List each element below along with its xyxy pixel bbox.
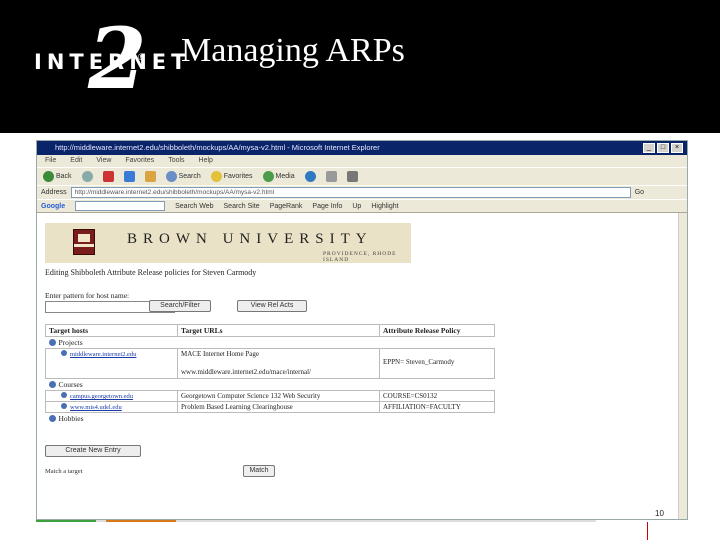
url-text: www.middleware.internet2.edu/mace/intern… — [181, 368, 311, 376]
browser-titlebar: http://middleware.internet2.edu/shibbole… — [37, 141, 687, 155]
menu-help[interactable]: Help — [199, 155, 213, 167]
host-link[interactable]: www.mis4.udel.edu — [70, 404, 122, 411]
go-button[interactable]: Go — [635, 189, 644, 196]
view-rel-acts-button[interactable]: View Rel Acts — [237, 300, 307, 312]
search-button[interactable]: Search — [165, 171, 201, 182]
browser-toolbar: Back Search Favorites Media — [37, 167, 687, 185]
media-button[interactable]: Media — [262, 171, 295, 182]
brown-crest-icon — [73, 229, 95, 255]
google-pagerank[interactable]: PageRank — [270, 203, 303, 210]
menu-file[interactable]: File — [45, 155, 56, 167]
search-icon — [165, 171, 177, 182]
banner-university-name: BROWN UNIVERSITY — [127, 231, 373, 247]
stop-icon — [102, 171, 114, 182]
menu-edit[interactable]: Edit — [70, 155, 82, 167]
slide-footer-line — [36, 520, 596, 522]
mail-button[interactable] — [325, 171, 337, 182]
google-toolbar: Google Search Web Search Site PageRank P… — [37, 199, 687, 213]
col-target-urls: Target URLs — [177, 324, 380, 337]
table-row: campus.georgetown.edu Georgetown Compute… — [45, 390, 495, 402]
home-icon — [144, 171, 156, 182]
create-new-entry-button[interactable]: Create New Entry — [45, 445, 141, 457]
logo-word: INTERNET — [34, 50, 191, 74]
menu-tools[interactable]: Tools — [168, 155, 184, 167]
menu-favorites[interactable]: Favorites — [125, 155, 154, 167]
menu-view[interactable]: View — [96, 155, 111, 167]
group-courses[interactable]: Courses — [48, 380, 492, 389]
favorites-button[interactable]: Favorites — [210, 171, 253, 182]
search-filter-button[interactable]: Search/Filter — [149, 300, 211, 312]
brown-university-banner: BROWN UNIVERSITY PROVIDENCE, RHODE ISLAN… — [45, 223, 411, 263]
refresh-button[interactable] — [123, 171, 135, 182]
host-link[interactable]: campus.georgetown.edu — [70, 393, 133, 400]
menu-bar: File Edit View Favorites Tools Help — [37, 155, 687, 167]
host-icon — [61, 403, 67, 409]
address-field[interactable]: http://middleware.internet2.edu/shibbole… — [70, 187, 631, 198]
expand-icon — [48, 381, 56, 388]
col-target-hosts: Target hosts — [45, 324, 178, 337]
google-highlight[interactable]: Highlight — [371, 203, 398, 210]
logo-registered-mark: ® — [138, 52, 145, 62]
history-icon — [304, 171, 316, 182]
match-target-label: Match a target — [45, 468, 83, 475]
internet2-logo: 2 INTERNET ® — [30, 14, 185, 124]
page-marker — [647, 522, 648, 540]
home-button[interactable] — [144, 171, 156, 182]
attribute-release-table: Target hosts Target URLs Attribute Relea… — [45, 324, 495, 424]
host-icon — [61, 392, 67, 398]
maximize-button[interactable]: □ — [657, 143, 669, 153]
url-title: Georgetown Computer Science 132 Web Secu… — [177, 390, 380, 402]
stop-button[interactable] — [102, 171, 114, 182]
slide-title: Managing ARPs — [181, 32, 405, 69]
forward-button[interactable] — [81, 171, 93, 182]
group-hobbies[interactable]: Hobbies — [48, 414, 492, 423]
google-up[interactable]: Up — [352, 203, 361, 210]
address-bar: Address http://middleware.internet2.edu/… — [37, 185, 687, 199]
print-icon — [346, 171, 358, 182]
slide-page-number: 10 — [655, 509, 664, 518]
url-title: Problem Based Learning Clearinghouse — [177, 401, 380, 413]
pattern-label: Enter pattern for host name: — [45, 291, 130, 300]
table-row: www.mis4.udel.edu Problem Based Learning… — [45, 401, 495, 413]
back-button[interactable]: Back — [43, 171, 72, 182]
forward-arrow-icon — [81, 171, 93, 182]
browser-window: http://middleware.internet2.edu/shibbole… — [36, 140, 688, 520]
col-arp: Attribute Release Policy — [379, 324, 495, 337]
google-page-info[interactable]: Page Info — [312, 203, 342, 210]
url-title: MACE Internet Home Page — [181, 350, 259, 358]
google-label: Google — [41, 202, 66, 210]
media-icon — [262, 171, 274, 182]
history-button[interactable] — [304, 171, 316, 182]
policy-cell[interactable]: COURSE=CS0132 — [379, 390, 495, 402]
expand-icon — [48, 339, 56, 346]
mail-icon — [325, 171, 337, 182]
google-search-field[interactable] — [75, 201, 166, 211]
slide-header: 2 INTERNET ® Managing ARPs — [0, 0, 720, 133]
host-icon — [61, 350, 67, 356]
table-row: middleware.internet2.edu MACE Internet H… — [45, 348, 495, 379]
refresh-icon — [123, 171, 135, 182]
host-link[interactable]: middleware.internet2.edu — [70, 351, 136, 358]
match-button[interactable]: Match — [243, 465, 275, 477]
google-search-web[interactable]: Search Web — [175, 203, 213, 210]
google-search-site[interactable]: Search Site — [224, 203, 260, 210]
minimize-button[interactable]: _ — [643, 143, 655, 153]
close-button[interactable]: × — [671, 143, 683, 153]
policy-cell[interactable]: AFFILIATION=FACULTY — [379, 401, 495, 413]
banner-location: PROVIDENCE, RHODE ISLAND — [323, 251, 397, 263]
star-icon — [210, 171, 222, 182]
back-arrow-icon — [43, 171, 54, 182]
page-heading: Editing Shibboleth Attribute Release pol… — [45, 268, 257, 277]
expand-icon — [48, 415, 56, 422]
address-label: Address — [41, 189, 67, 196]
vertical-scrollbar[interactable] — [678, 213, 687, 519]
print-button[interactable] — [346, 171, 358, 182]
policy-cell[interactable]: EPPN= Steven_Carmody — [379, 348, 495, 379]
window-title: http://middleware.internet2.edu/shibbole… — [55, 143, 380, 152]
group-projects[interactable]: Projects — [48, 338, 492, 347]
